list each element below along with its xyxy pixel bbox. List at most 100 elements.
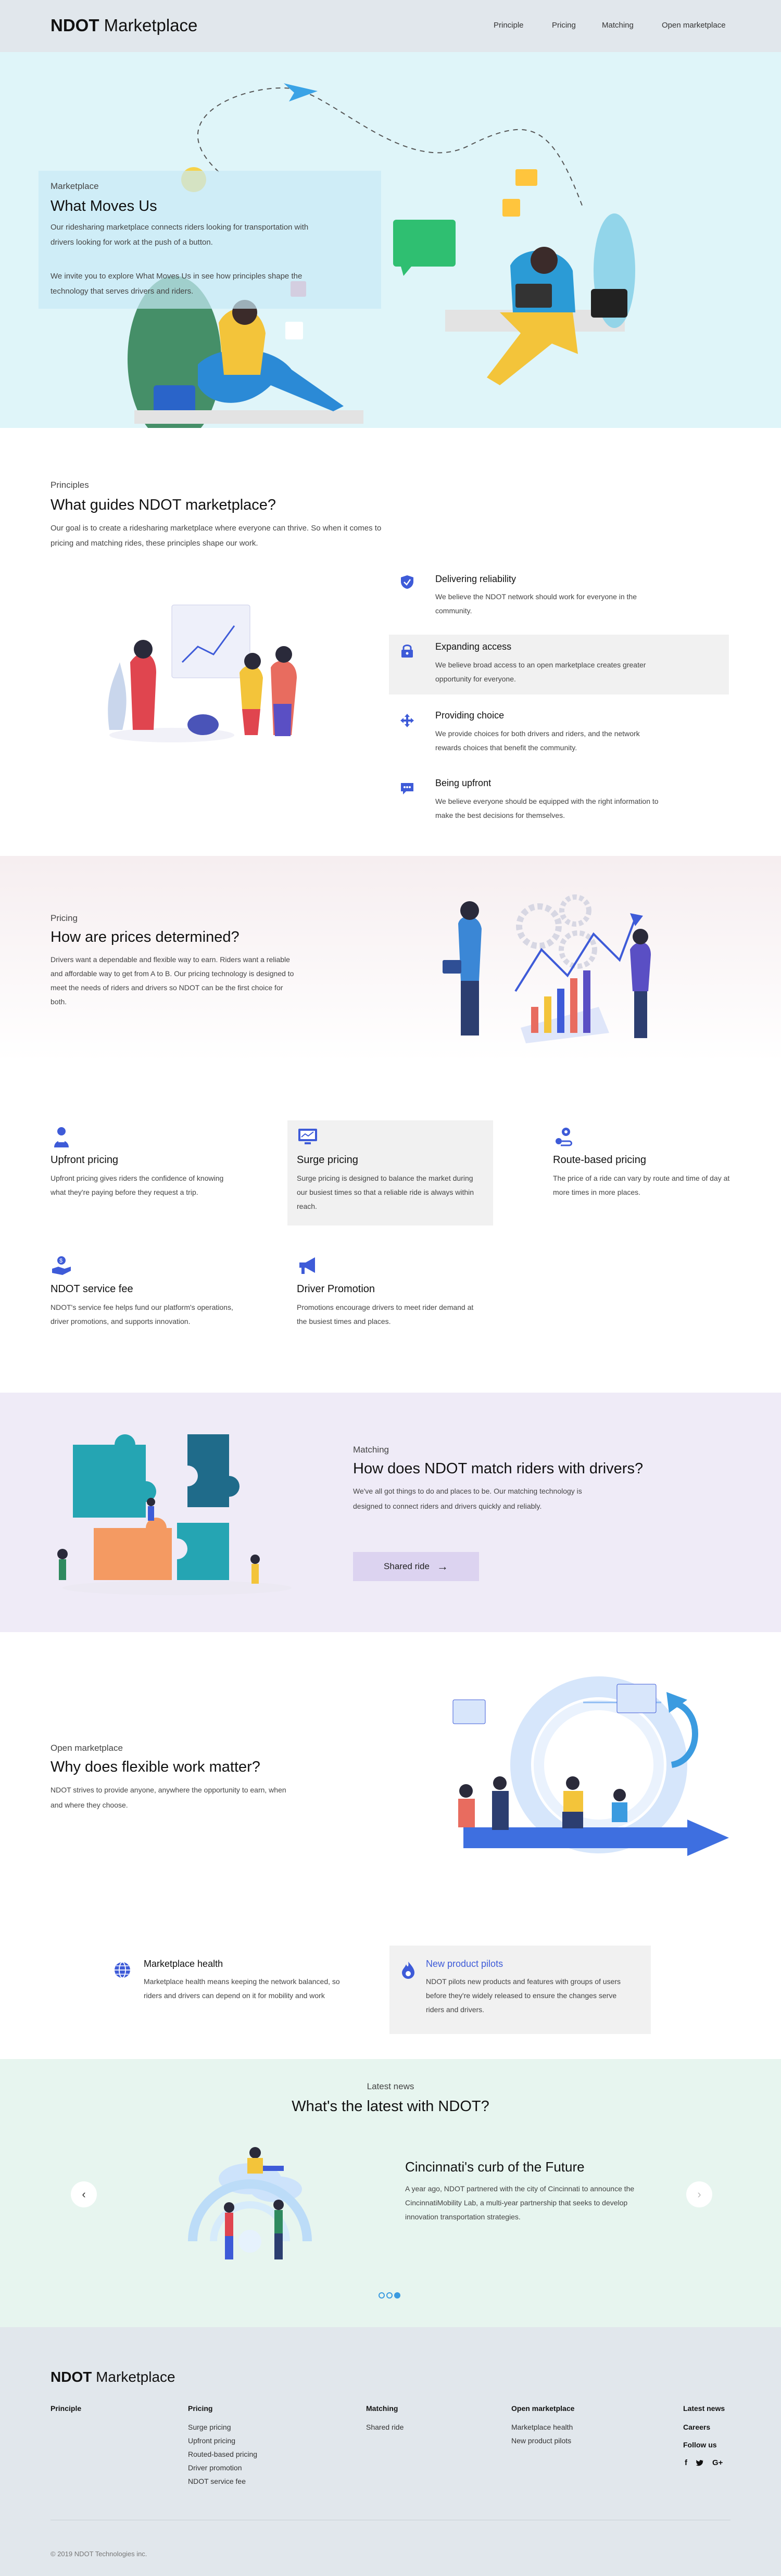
principles-illustration	[108, 604, 297, 742]
person-icon	[51, 1126, 72, 1148]
news-illustration	[188, 2147, 312, 2259]
brand-logo[interactable]: NDOT Marketplace	[51, 16, 197, 35]
social-links: f G+	[685, 2458, 723, 2467]
footer-latest-news[interactable]: Latest news	[683, 2404, 725, 2413]
shared-ride-button[interactable]: Shared ride →	[353, 1552, 479, 1581]
principles-body: Our goal is to create a ridesharing mark…	[51, 524, 382, 548]
nav-principle[interactable]: Principle	[494, 21, 524, 30]
footer-link[interactable]: Shared ride	[366, 2423, 404, 2431]
site-footer: NDOT Marketplace Principle Pricing Surge…	[0, 2327, 781, 2576]
nav-open-marketplace[interactable]: Open marketplace	[662, 21, 726, 30]
carousel-dot[interactable]	[379, 2292, 385, 2299]
principle-title-choice: Providing choice	[435, 710, 505, 721]
principles-title: What guides NDOT marketplace?	[51, 497, 276, 513]
chat-icon	[400, 781, 414, 795]
news-title: What's the latest with NDOT?	[292, 2098, 489, 2115]
pricing-card-title-upfront: Upfront pricing	[51, 1154, 119, 1166]
monitor-icon	[297, 1126, 319, 1148]
open-title: Why does flexible work matter?	[51, 1759, 260, 1775]
twitter-icon[interactable]	[696, 2458, 704, 2467]
pricing-cards-section: $ Upfront pricing Upfront pricing gives …	[0, 1062, 781, 1393]
news-item-title[interactable]: Cincinnati's curb of the Future	[405, 2159, 585, 2175]
pricing-card-body-promotion: Promotions encourage drivers to meet rid…	[297, 1303, 474, 1325]
route-icon	[553, 1126, 575, 1148]
footer-link[interactable]: Upfront pricing	[188, 2436, 235, 2445]
pricing-card-title-fee: NDOT service fee	[51, 1283, 133, 1295]
arrow-right-icon: →	[436, 1560, 448, 1573]
principles-eyebrow: Principles	[51, 480, 89, 490]
hero-eyebrow: Marketplace	[51, 181, 99, 191]
principle-title-reliability: Delivering reliability	[435, 574, 517, 584]
pricing-illustration	[443, 894, 651, 1043]
footer-careers[interactable]: Careers	[683, 2423, 710, 2431]
shared-ride-button-label: Shared ride	[384, 1561, 430, 1571]
pricing-body: Drivers want a dependable and flexible w…	[51, 955, 294, 1006]
shield-check-icon	[400, 575, 414, 589]
footer-link[interactable]: Driver promotion	[188, 2464, 242, 2472]
footer-link[interactable]: Surge pricing	[188, 2423, 231, 2431]
footer-link[interactable]: NDOT service fee	[188, 2477, 246, 2485]
pricing-card-body-surge: Surge pricing is designed to balance the…	[297, 1174, 474, 1210]
matching-illustration	[57, 1434, 292, 1595]
pricing-card-body-upfront: Upfront pricing gives riders the confide…	[51, 1174, 224, 1196]
nav-matching[interactable]: Matching	[602, 21, 634, 30]
carousel-dot-active[interactable]	[394, 2292, 400, 2299]
hero-title: What Moves Us	[51, 198, 157, 214]
principle-body-reliability: We believe the NDOT network should work …	[435, 592, 637, 615]
footer-link[interactable]: New product pilots	[511, 2436, 571, 2445]
chevron-left-icon: ‹	[82, 2188, 86, 2201]
globe-icon	[112, 1960, 132, 1980]
carousel-prev-button[interactable]: ‹	[71, 2181, 97, 2207]
nav-pricing[interactable]: Pricing	[552, 21, 576, 30]
principle-title-upfront: Being upfront	[435, 778, 492, 788]
footer-link[interactable]: Routed-based pricing	[188, 2450, 257, 2458]
chevron-right-icon: ›	[697, 2188, 701, 2201]
facebook-icon[interactable]: f	[685, 2458, 687, 2467]
hand-coin-icon: $	[51, 1255, 72, 1277]
matching-section: Matching How does NDOT match riders with…	[0, 1393, 781, 1632]
lock-icon	[400, 643, 414, 658]
news-eyebrow: Latest news	[367, 2081, 414, 2091]
matching-eyebrow: Matching	[353, 1445, 389, 1455]
svg-text:$: $	[59, 1258, 62, 1264]
footer-col-open-marketplace[interactable]: Open marketplace	[511, 2404, 574, 2413]
carousel-dot[interactable]	[386, 2292, 393, 2299]
pricing-title: How are prices determined?	[51, 929, 240, 945]
pricing-card-body-route: The price of a ride can vary by route an…	[553, 1174, 730, 1196]
copyright-text: © 2019 NDOT Technologies inc.	[51, 2550, 147, 2558]
open-card-body-health: Marketplace health means keeping the net…	[144, 1977, 340, 2000]
megaphone-icon	[297, 1255, 319, 1277]
site-header: NDOT Marketplace Principle Pricing Match…	[0, 0, 781, 52]
google-plus-icon[interactable]: G+	[712, 2458, 723, 2467]
hero-section: Marketplace What Moves Us Our ridesharin…	[0, 52, 781, 428]
open-marketplace-section: Open marketplace Why does flexible work …	[0, 1632, 781, 2059]
open-card-title-pilots[interactable]: New product pilots	[426, 1959, 503, 1969]
hero-paragraph-1: Our ridesharing marketplace connects rid…	[51, 223, 309, 247]
open-marketplace-illustration	[452, 1676, 729, 1856]
matching-title: How does NDOT match riders with drivers?	[353, 1460, 644, 1477]
open-card-body-pilots: NDOT pilots new products and features wi…	[426, 1977, 621, 2014]
open-eyebrow: Open marketplace	[51, 1743, 123, 1753]
open-card-title-health: Marketplace health	[144, 1959, 223, 1969]
footer-col-pricing[interactable]: Pricing	[188, 2404, 212, 2413]
principle-body-access: We believe broad access to an open marke…	[435, 661, 646, 683]
footer-link[interactable]: Marketplace health	[511, 2423, 573, 2431]
flame-icon	[398, 1960, 418, 1980]
matching-body: We've all got things to do and places to…	[353, 1487, 582, 1510]
carousel-next-button[interactable]: ›	[686, 2181, 712, 2207]
footer-col-matching[interactable]: Matching	[366, 2404, 398, 2413]
open-body: NDOT strives to provide anyone, anywhere…	[51, 1786, 286, 1809]
pricing-card-title-surge: Surge pricing	[297, 1154, 358, 1166]
footer-follow-us: Follow us	[683, 2441, 717, 2449]
principle-body-upfront: We believe everyone should be equipped w…	[435, 797, 659, 819]
pricing-eyebrow: Pricing	[51, 913, 78, 923]
hero-paragraph-2: We invite you to explore What Moves Us i…	[51, 272, 303, 296]
footer-brand[interactable]: NDOT Marketplace	[51, 2369, 175, 2385]
principle-title-access: Expanding access	[435, 641, 512, 652]
arrows-move-icon	[400, 713, 414, 728]
pricing-card-title-route: Route-based pricing	[553, 1154, 646, 1166]
pricing-card-body-fee: NDOT's service fee helps fund our platfo…	[51, 1303, 233, 1325]
principles-section: Principles What guides NDOT marketplace?…	[0, 428, 781, 856]
pricing-section: Pricing How are prices determined? Drive…	[0, 856, 781, 1062]
footer-col-principle[interactable]: Principle	[51, 2404, 81, 2413]
